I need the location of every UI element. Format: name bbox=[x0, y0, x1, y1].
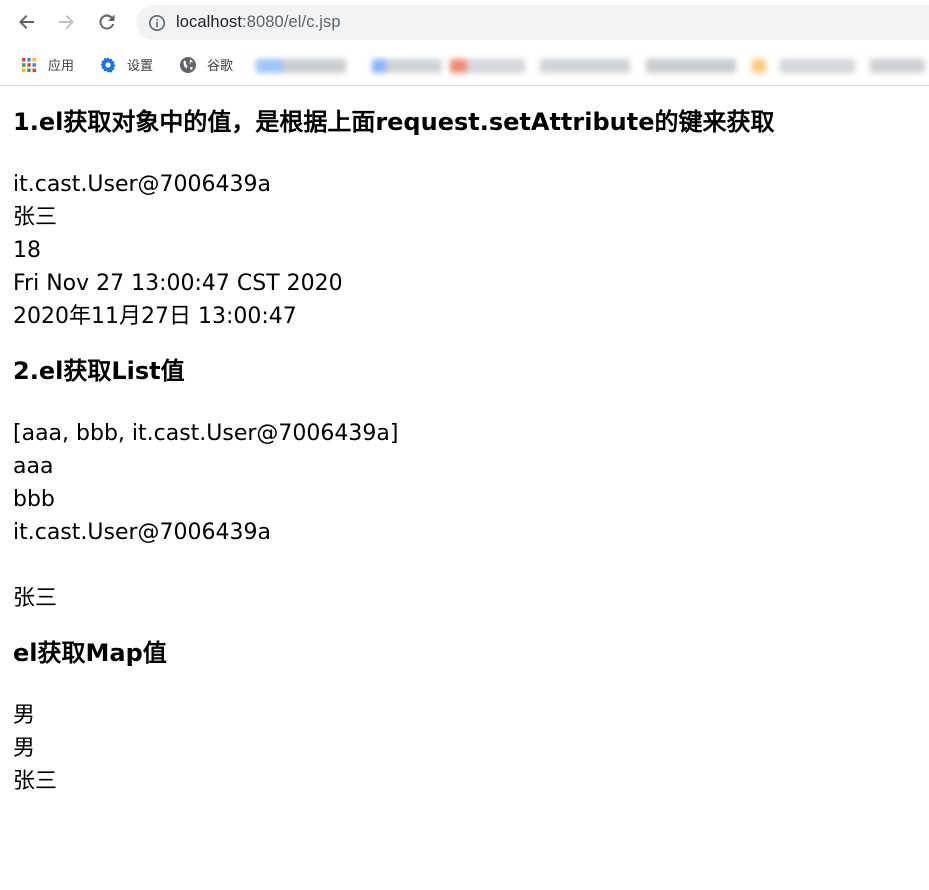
url-text[interactable]: localhost:8080/el/c.jsp bbox=[176, 13, 341, 32]
bookmarks-bar: 应用 设置 谷歌 bbox=[0, 45, 929, 86]
forward-button[interactable] bbox=[53, 9, 79, 35]
output-line: 张三 bbox=[13, 205, 58, 230]
blurred-bookmark bbox=[450, 59, 525, 73]
gear-icon bbox=[99, 56, 117, 74]
arrow-right-icon bbox=[59, 15, 74, 29]
address-bar[interactable]: localhost:8080/el/c.jsp bbox=[136, 5, 929, 40]
output-line-empty bbox=[13, 549, 918, 582]
output-line: 2020年11月27日 13:00:47 bbox=[13, 304, 297, 329]
blurred-bookmark bbox=[780, 59, 855, 73]
section1-lines: it.cast.User@7006439a 张三 18 Fri Nov 27 1… bbox=[13, 168, 918, 333]
browser-toolbar: localhost:8080/el/c.jsp bbox=[0, 0, 929, 45]
url-path: :8080/el/c.jsp bbox=[242, 13, 341, 31]
output-line: [aaa, bbb, it.cast.User@7006439a] bbox=[13, 421, 399, 446]
heading-section2: 2.el获取List值 bbox=[13, 357, 185, 385]
heading-section3: el获取Map值 bbox=[13, 639, 167, 667]
reload-button[interactable] bbox=[94, 9, 120, 35]
back-button[interactable] bbox=[14, 9, 40, 35]
globe-icon bbox=[179, 56, 197, 74]
blurred-bookmark bbox=[870, 59, 925, 73]
section3-lines: 男 男 张三 bbox=[13, 699, 918, 798]
url-host: localhost bbox=[176, 13, 243, 31]
bookmark-google-label: 谷歌 bbox=[207, 59, 234, 74]
info-icon[interactable] bbox=[148, 14, 166, 32]
blurred-bookmark bbox=[540, 59, 630, 73]
output-line: it.cast.User@7006439a bbox=[13, 172, 271, 197]
output-line: Fri Nov 27 13:00:47 CST 2020 bbox=[13, 271, 343, 296]
blurred-bookmark bbox=[752, 59, 766, 73]
apps-grid-icon bbox=[20, 56, 38, 74]
blurred-bookmark bbox=[256, 59, 346, 73]
output-line: 男 bbox=[13, 703, 36, 728]
blurred-bookmark bbox=[372, 59, 442, 73]
bookmark-apps[interactable]: 应用 bbox=[20, 55, 74, 74]
output-line: bbb bbox=[13, 487, 55, 512]
output-line: 18 bbox=[13, 238, 41, 263]
bookmark-settings[interactable]: 设置 bbox=[99, 55, 153, 74]
section2-lines: [aaa, bbb, it.cast.User@7006439a] aaa bb… bbox=[13, 417, 918, 615]
output-line: 张三 bbox=[13, 586, 58, 611]
output-line: 张三 bbox=[13, 769, 58, 794]
arrow-left-icon bbox=[19, 15, 34, 29]
bookmark-google[interactable]: 谷歌 bbox=[179, 55, 233, 74]
reload-icon bbox=[99, 14, 115, 30]
output-line: 男 bbox=[13, 736, 36, 761]
bookmark-settings-label: 设置 bbox=[127, 59, 154, 74]
heading-section1: 1.el获取对象中的值，是根据上面request.setAttribute的键来… bbox=[13, 108, 775, 136]
blurred-bookmark bbox=[646, 59, 736, 73]
output-line: aaa bbox=[13, 454, 54, 479]
page-content: 1.el获取对象中的值，是根据上面request.setAttribute的键来… bbox=[13, 86, 918, 798]
bookmark-apps-label: 应用 bbox=[48, 59, 75, 74]
output-line: it.cast.User@7006439a bbox=[13, 520, 271, 545]
